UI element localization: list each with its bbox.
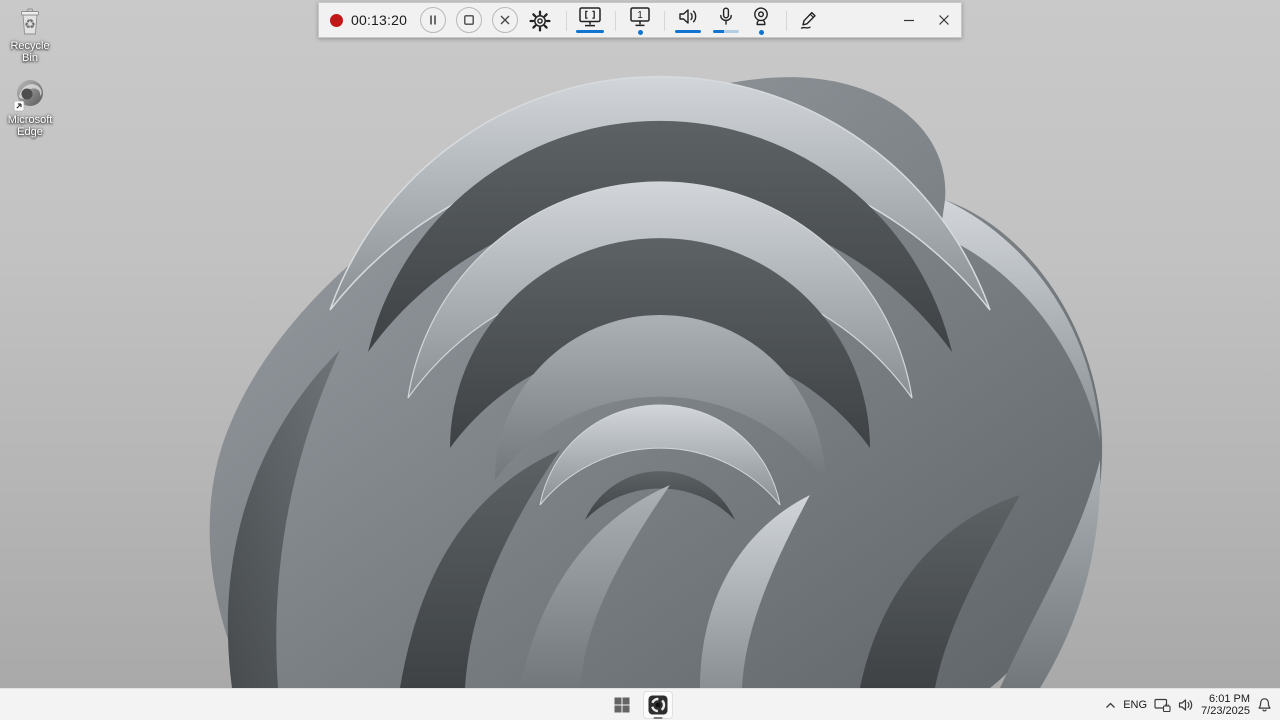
stop-icon <box>464 15 474 25</box>
start-button[interactable] <box>607 691 637 719</box>
toolbar-separator <box>786 11 787 31</box>
network-ethernet-icon <box>1154 698 1171 712</box>
active-dot <box>758 30 764 35</box>
mic-level-bar <box>713 30 739 33</box>
stop-button[interactable] <box>456 7 482 33</box>
minimize-button[interactable] <box>896 7 922 33</box>
wallpaper-bloom <box>209 75 1103 689</box>
gear-icon <box>529 10 551 32</box>
display-1-button[interactable]: 1 <box>627 6 653 35</box>
cancel-button[interactable] <box>492 7 518 33</box>
pen-button[interactable] <box>796 8 820 32</box>
svg-text:1: 1 <box>637 10 643 21</box>
tray-chevron-button[interactable] <box>1105 692 1116 718</box>
chevron-up-icon <box>1106 702 1116 708</box>
active-underline <box>576 30 604 33</box>
desktop-icon-list: ♻ Recycle Bin Microsoft Edge <box>2 4 62 152</box>
toolbar-separator <box>664 11 665 31</box>
recorder-toolbar: 00:13:20 1 <box>318 2 962 38</box>
taskbar-app-screen-recorder[interactable] <box>643 691 673 719</box>
active-dot <box>637 30 643 35</box>
pen-icon <box>800 11 816 29</box>
windows-start-icon <box>614 697 630 713</box>
recording-timer: 00:13:20 <box>351 12 408 28</box>
pause-icon <box>430 15 436 25</box>
svg-text:♻: ♻ <box>24 17 36 32</box>
active-underline <box>675 30 701 33</box>
tray-language[interactable]: ENG <box>1123 692 1147 718</box>
toolbar-separator <box>615 11 616 31</box>
taskbar: ENG 6:01 PM 7/23/2025 <box>0 688 1280 720</box>
system-audio-button[interactable] <box>675 6 701 33</box>
recorder-app-icon <box>648 695 668 715</box>
close-icon <box>939 15 949 25</box>
speaker-icon <box>679 9 697 24</box>
tray-volume-button[interactable] <box>1178 692 1194 718</box>
microphone-button[interactable] <box>713 6 739 33</box>
desktop-icon-recycle-bin[interactable]: ♻ Recycle Bin <box>2 4 58 64</box>
toolbar-separator <box>566 11 567 31</box>
record-dot-icon <box>330 14 343 27</box>
monitor-select-icon <box>579 7 601 27</box>
recycle-bin-label: Recycle Bin <box>10 40 50 64</box>
taskbar-center <box>0 689 1280 720</box>
screen-capture-button[interactable] <box>576 6 604 33</box>
notification-bell-icon <box>1258 698 1271 712</box>
webcam-button[interactable] <box>749 6 773 35</box>
desktop: ♻ Recycle Bin Microsoft Edge 00:13:20 1 … <box>0 0 1280 720</box>
close-button[interactable] <box>931 7 957 33</box>
settings-button[interactable] <box>528 9 552 33</box>
monitor-1-icon: 1 <box>630 7 650 27</box>
microphone-icon <box>720 7 732 25</box>
microsoft-edge-icon <box>13 78 47 112</box>
desktop-icon-microsoft-edge[interactable]: Microsoft Edge <box>2 78 58 138</box>
pause-button[interactable] <box>420 7 446 33</box>
running-indicator <box>653 716 663 719</box>
minimize-icon <box>904 19 914 22</box>
recycle-bin-icon: ♻ <box>13 4 47 38</box>
system-tray: ENG 6:01 PM 7/23/2025 <box>1105 689 1276 720</box>
tray-clock[interactable]: 6:01 PM 7/23/2025 <box>1201 693 1250 717</box>
speaker-icon <box>1178 699 1193 711</box>
tray-network-button[interactable] <box>1154 692 1171 718</box>
tray-date: 7/23/2025 <box>1201 705 1250 717</box>
tray-time: 6:01 PM <box>1209 693 1250 705</box>
microsoft-edge-label: Microsoft Edge <box>7 114 53 138</box>
tray-notification-button[interactable] <box>1257 692 1272 718</box>
close-icon <box>500 15 510 25</box>
webcam-icon <box>754 7 768 26</box>
